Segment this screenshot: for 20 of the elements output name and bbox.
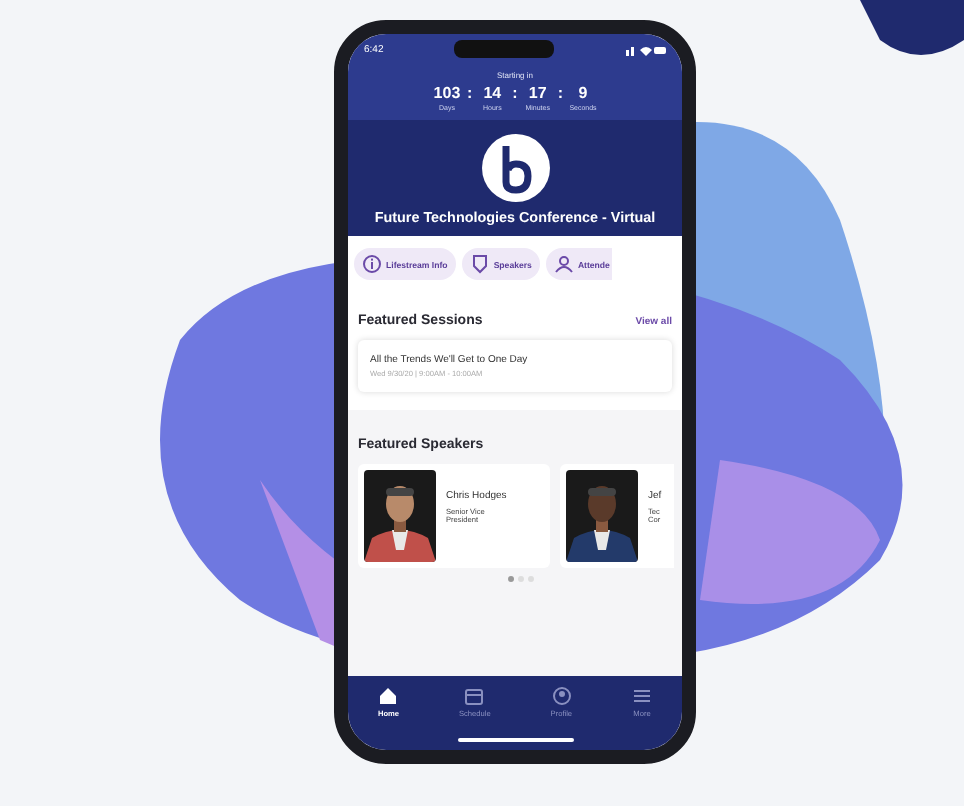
- home-icon: [378, 686, 399, 706]
- calendar-icon: [464, 686, 485, 706]
- menu-icon: [632, 686, 652, 706]
- shield-icon: [469, 254, 490, 274]
- countdown-value: 9: [578, 84, 588, 102]
- countdown-separator: :: [557, 84, 563, 102]
- status-icons-drawing: [625, 43, 666, 55]
- countdown-value: 103: [433, 84, 461, 102]
- countdown-separator: :: [466, 84, 473, 102]
- countdown-value: 14: [483, 84, 502, 102]
- profile-icon: [551, 686, 572, 706]
- corner-shape: [860, 0, 964, 55]
- logo-icon: [481, 134, 549, 202]
- pager-dot[interactable]: [507, 576, 513, 582]
- countdown-value: 17: [528, 84, 547, 102]
- person-icon: [553, 254, 574, 274]
- notch-drawing: [454, 40, 555, 58]
- home-indicator: [457, 738, 573, 742]
- countdown-separator: :: [512, 84, 518, 102]
- info-icon: [362, 254, 382, 274]
